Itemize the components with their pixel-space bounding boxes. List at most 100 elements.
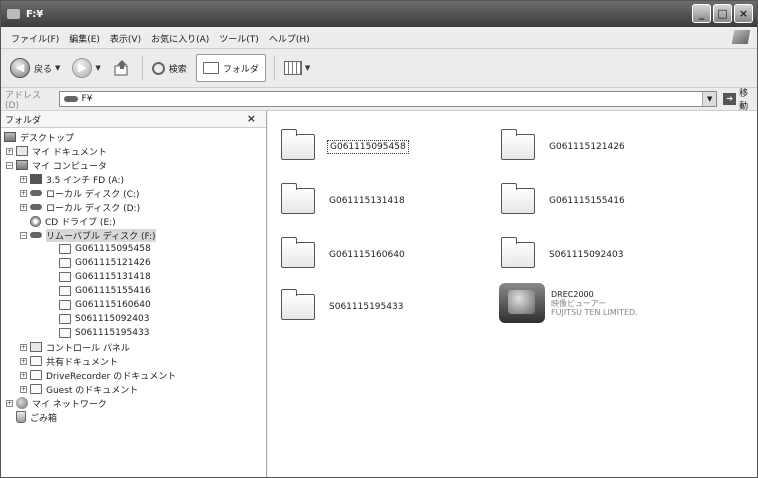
folders-button[interactable]: フォルダ: [195, 54, 266, 82]
network-icon: [16, 397, 28, 409]
folder-item[interactable]: G061115121426: [501, 127, 627, 167]
tree-item-folder[interactable]: S061115195433: [59, 326, 149, 340]
menu-help[interactable]: ヘルプ(H): [269, 32, 310, 45]
expand-icon[interactable]: +: [20, 175, 27, 183]
tree-item-label: G061115155416: [75, 286, 151, 296]
expand-icon[interactable]: +: [6, 147, 13, 155]
tree-item-local-disk-d[interactable]: + ローカル ディスク (D:): [20, 200, 140, 214]
tree-item-cd-drive[interactable]: CD ドライブ (E:): [20, 214, 116, 228]
tree-item-shared-documents[interactable]: + 共有ドキュメント: [20, 354, 118, 368]
tree-item-floppy[interactable]: + 3.5 インチ FD (A:): [20, 172, 124, 186]
tree-item-control-panel[interactable]: + コントロール パネル: [20, 340, 130, 354]
tree-item-label: Guest のドキュメント: [46, 385, 139, 396]
toolbar: ◀ 戻る ▼ ▶ ▼ 検索 フォルダ ▼: [1, 49, 757, 88]
expand-icon[interactable]: +: [20, 343, 27, 351]
folder-icon: [30, 356, 42, 366]
folder-icon: [281, 289, 315, 320]
address-label: アドレス(D): [5, 90, 42, 111]
folder-item[interactable]: G061115131418: [281, 181, 407, 221]
expand-icon[interactable]: +: [20, 203, 27, 211]
tree-item-label: G061115160640: [75, 300, 151, 310]
tree-item-folder[interactable]: S061115092403: [59, 312, 149, 326]
tree-item-label: マイ コンピュータ: [32, 161, 107, 172]
expand-icon[interactable]: +: [20, 189, 27, 197]
search-button[interactable]: 検索: [149, 54, 190, 82]
tree-item-folder[interactable]: G061115160640: [59, 298, 151, 312]
tree-item-folder[interactable]: G061115095458: [59, 242, 151, 256]
title-bar[interactable]: F:¥ _ □ ×: [1, 1, 757, 27]
folder-item-label: G061115131418: [329, 196, 405, 206]
tree-item-label: G061115121426: [75, 258, 151, 268]
close-button[interactable]: ×: [734, 4, 753, 23]
folder-item-label: G061115095458: [327, 140, 409, 154]
expand-icon[interactable]: +: [20, 371, 27, 379]
expand-icon[interactable]: +: [6, 399, 13, 407]
tree-item-recycle-bin[interactable]: ごみ箱: [16, 410, 57, 424]
go-button[interactable]: ➔ 移動: [723, 86, 757, 112]
control-panel-icon: [30, 342, 42, 352]
folder-item-label: S061115195433: [329, 302, 404, 312]
search-icon: [151, 61, 165, 75]
folder-icon: [281, 129, 315, 160]
folder-icon: [59, 244, 71, 254]
maximize-button[interactable]: □: [713, 4, 732, 23]
folder-item[interactable]: S061115195433: [281, 287, 405, 327]
close-icon[interactable]: ×: [247, 112, 256, 125]
tree-item-my-computer[interactable]: − マイ コンピュータ: [6, 158, 107, 172]
tree-item-driverecorder-documents[interactable]: + DriveRecorder のドキュメント: [20, 368, 176, 382]
folder-item[interactable]: G061115155416: [501, 181, 627, 221]
folder-item[interactable]: G061115095458: [281, 127, 409, 167]
folder-item-label: G061115121426: [549, 142, 625, 152]
expand-icon[interactable]: +: [20, 357, 27, 365]
app-info: DREC2000 映像ビューアー FUJITSU TEN LIMITED.: [551, 290, 638, 317]
address-dropdown-button[interactable]: ▼: [702, 92, 717, 106]
menu-favorites[interactable]: お気に入り(A): [151, 32, 209, 45]
tree-item-label: CD ドライブ (E:): [45, 217, 116, 228]
menu-view[interactable]: 表示(V): [110, 32, 141, 45]
menu-edit[interactable]: 編集(E): [69, 32, 100, 45]
folder-icon: [501, 237, 535, 268]
views-icon: [283, 61, 302, 75]
folder-icon: [59, 286, 71, 296]
collapse-icon[interactable]: −: [20, 231, 27, 239]
tree-item-label: ごみ箱: [30, 413, 58, 424]
folder-item[interactable]: S061115092403: [501, 235, 625, 275]
collapse-icon[interactable]: −: [6, 161, 13, 169]
folder-item[interactable]: G061115160640: [281, 235, 407, 275]
tree-item-my-network[interactable]: + マイ ネットワーク: [6, 396, 107, 410]
menu-file[interactable]: ファイル(F): [11, 32, 59, 45]
windows-logo-icon: [731, 30, 751, 44]
tree-item-removable-disk[interactable]: − リムーバブル ディスク (F:): [20, 228, 156, 242]
tree-item-label: S061115195433: [75, 328, 150, 338]
up-button[interactable]: [110, 54, 134, 82]
folder-item-label: S061115092403: [549, 250, 624, 260]
address-bar: アドレス(D) F¥ ▼ ➔ 移動: [1, 86, 757, 112]
tree-item-my-documents[interactable]: + マイ ドキュメント: [6, 144, 107, 158]
recycle-bin-icon: [16, 411, 26, 423]
folder-item-label: G061115155416: [549, 196, 625, 206]
address-field[interactable]: F¥ ▼: [58, 91, 718, 107]
address-value: F¥: [81, 94, 93, 104]
tree-item-folder[interactable]: G061115131418: [59, 270, 151, 284]
views-button[interactable]: ▼: [281, 54, 313, 82]
tree-item-label: マイ ネットワーク: [32, 399, 107, 410]
tree-item-guest-documents[interactable]: + Guest のドキュメント: [20, 382, 138, 396]
back-button[interactable]: ◀ 戻る ▼: [7, 54, 63, 82]
drive-icon: [30, 190, 42, 196]
menu-tools[interactable]: ツール(T): [219, 32, 259, 45]
explorer-window: F:¥ _ □ × ファイル(F) 編集(E) 表示(V) お気に入り(A) ツ…: [0, 0, 758, 478]
expand-icon[interactable]: +: [20, 385, 27, 393]
toolbar-separator: [273, 56, 275, 80]
folder-icon: [30, 370, 42, 380]
tree-item-desktop[interactable]: デスクトップ: [4, 130, 74, 144]
app-name: DREC2000: [551, 289, 594, 299]
tree-item-label: 共有ドキュメント: [46, 357, 119, 368]
app-item[interactable]: DREC2000 映像ビューアー FUJITSU TEN LIMITED.: [499, 281, 638, 325]
tree-item-folder[interactable]: G061115155416: [59, 284, 151, 298]
tree-item-folder[interactable]: G061115121426: [59, 256, 151, 270]
removable-drive-icon: [63, 96, 78, 102]
tree-item-label: デスクトップ: [20, 133, 75, 144]
forward-button[interactable]: ▶ ▼: [69, 54, 103, 82]
tree-item-local-disk-c[interactable]: + ローカル ディスク (C:): [20, 186, 139, 200]
minimize-button[interactable]: _: [692, 4, 711, 23]
